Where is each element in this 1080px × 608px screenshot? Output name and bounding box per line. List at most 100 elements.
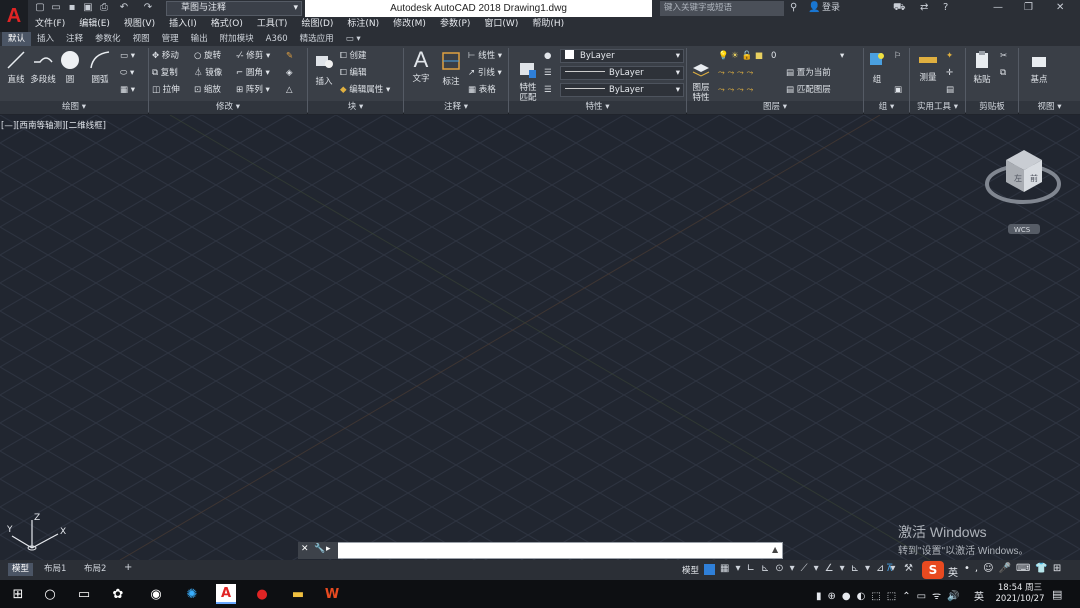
layer-tools-row2-icon[interactable]: ⤳ ⤳ ⤳ ⤳ <box>718 85 753 96</box>
measure-button[interactable]: 测量 <box>915 52 941 83</box>
text-button[interactable]: A 文字 <box>408 48 434 85</box>
drafting-tools-icons[interactable]: ▦▾∟⊾⊙▾⟋▾∠▾⊾▾⊿▾ <box>720 563 901 574</box>
utilities-panel-title[interactable]: 实用工具 ▾ <box>910 101 965 114</box>
fillet-button[interactable]: ⌐ 圆角 ▾ <box>236 68 270 79</box>
layout-tab-model[interactable]: 模型 <box>8 563 34 576</box>
save-as-icon[interactable]: ▣ <box>82 2 94 14</box>
dimension-button[interactable]: 标注 <box>438 50 464 87</box>
workspace-dropdown[interactable]: 草图与注释 ▾ <box>166 1 302 16</box>
groups-panel-title[interactable]: 组 ▾ <box>864 101 909 114</box>
match-layer-button[interactable]: ▤ 匹配图层 <box>786 85 831 96</box>
command-prompt-icon[interactable]: ▸ <box>326 544 331 554</box>
stretch-button[interactable]: ◫ 拉伸 <box>152 85 180 96</box>
menu-window[interactable]: 窗口(W) <box>477 17 525 32</box>
notification-icon[interactable]: ▤ <box>1052 588 1062 601</box>
menu-dimension[interactable]: 标注(N) <box>340 17 386 32</box>
circle-button[interactable]: 圆 <box>58 50 82 85</box>
tab-default[interactable]: 默认 <box>2 32 32 46</box>
hatch-icon[interactable]: ▦ ▾ <box>120 85 135 96</box>
block-panel-title[interactable]: 块 ▾ <box>308 101 403 114</box>
layer-tools-row1-icon[interactable]: ⤳ ⤳ ⤳ ⤳ <box>718 68 753 79</box>
layout-tab-1[interactable]: 布局1 <box>44 563 66 576</box>
layout-tab-2[interactable]: 布局2 <box>84 563 106 576</box>
system-tray-icons[interactable]: ▮⊕●◐⬚⬚⌃▭ᯤ🔊 <box>816 588 966 602</box>
tab-featured-apps[interactable]: 精选应用 <box>294 32 340 46</box>
new-file-icon[interactable]: ▢ <box>34 2 46 14</box>
recorder-icon[interactable]: ● <box>252 584 272 604</box>
caret-up-icon[interactable]: ▲ <box>772 545 778 554</box>
login-link[interactable]: 登录 <box>822 2 840 14</box>
leader-button[interactable]: ↗ 引线 ▾ <box>468 68 502 79</box>
minimize-icon[interactable]: — <box>993 2 1003 14</box>
exchange-icon[interactable]: ⇄ <box>920 2 928 14</box>
undo-icon[interactable]: ↶ <box>118 2 130 14</box>
properties-panel-title[interactable]: 特性 ▾ <box>509 101 686 114</box>
taskbar-clock[interactable]: 18:54 周三 2021/10/27 <box>990 583 1050 605</box>
start-icon[interactable]: ⊞ <box>8 584 28 604</box>
tab-view[interactable]: 视图 <box>127 32 156 46</box>
help-icon[interactable]: ? <box>943 2 948 14</box>
cart-icon[interactable]: ⛟ <box>893 2 906 14</box>
ime-language[interactable]: 英 <box>948 564 958 579</box>
offset-icon[interactable]: △ <box>286 85 293 96</box>
open-file-icon[interactable]: ▭ <box>50 2 62 14</box>
chevron-down-icon[interactable]: ▾ <box>840 51 844 62</box>
fan-app-icon[interactable]: ✿ <box>108 584 128 604</box>
ungroup-icon[interactable]: ⚐ <box>894 51 902 62</box>
menu-draw[interactable]: 绘图(D) <box>294 17 340 32</box>
color-wheel-icon[interactable]: ● <box>544 51 551 62</box>
ribbon-toggle-icon[interactable]: ▭ ▾ <box>340 32 367 46</box>
lineweight-icon[interactable]: ☰ <box>544 85 552 96</box>
application-menu-button[interactable]: A <box>0 0 28 32</box>
linear-button[interactable]: ⊢ 线性 ▾ <box>468 51 502 62</box>
menu-view[interactable]: 视图(V) <box>117 17 162 32</box>
model-space-toggle[interactable]: 模型 <box>682 564 699 576</box>
add-layout-icon[interactable]: + <box>124 562 132 573</box>
viewport-controls[interactable]: [—][西南等轴测][二维线框] <box>1 119 106 131</box>
tab-annotate[interactable]: 注释 <box>60 32 89 46</box>
menu-format[interactable]: 格式(O) <box>204 17 250 32</box>
menu-modify[interactable]: 修改(M) <box>386 17 433 32</box>
command-line-input[interactable] <box>298 542 783 559</box>
task-view-icon[interactable]: ▭ <box>74 584 94 604</box>
browser-icon[interactable]: ✺ <box>182 584 202 604</box>
restore-icon[interactable]: ❐ <box>1024 2 1033 14</box>
mirror-button[interactable]: ⏃ 镜像 <box>194 68 222 79</box>
wps-icon[interactable]: W <box>322 584 342 604</box>
create-block-button[interactable]: ⧠ 创建 <box>340 51 367 62</box>
linetype-dropdown[interactable]: ByLayer ▾ <box>560 66 684 80</box>
print-icon[interactable]: ⎙ <box>98 2 110 14</box>
trim-button[interactable]: -⁄- 修剪 ▾ <box>236 51 270 62</box>
copy-button[interactable]: ⧉ 复制 <box>152 68 178 79</box>
group-button[interactable]: 组 <box>866 50 888 85</box>
view-panel-title[interactable]: 视图 ▾ <box>1019 101 1080 114</box>
make-current-button[interactable]: ▤ 置为当前 <box>786 68 831 79</box>
search-circle-icon[interactable]: ○ <box>40 584 60 604</box>
color-dropdown[interactable]: ByLayer ▾ <box>560 49 684 63</box>
rectangle-icon[interactable]: ▭ ▾ <box>120 51 135 62</box>
arc-button[interactable]: 圆弧 <box>88 50 112 85</box>
clipboard-panel-title[interactable]: 剪贴板 <box>966 101 1018 114</box>
edit-block-button[interactable]: ⧠ 编辑 <box>340 68 367 79</box>
lineweight-dropdown[interactable]: ByLayer ▾ <box>560 83 684 97</box>
binoculars-icon[interactable]: ⚲ <box>790 2 797 14</box>
paste-button[interactable]: 粘贴 <box>970 50 994 85</box>
menu-edit[interactable]: 编辑(E) <box>72 17 117 32</box>
array-button[interactable]: ⊞ 阵列 ▾ <box>236 85 270 96</box>
save-icon[interactable]: ▪ <box>66 2 78 14</box>
menu-insert[interactable]: 插入(I) <box>162 17 204 32</box>
menu-file[interactable]: 文件(F) <box>28 17 72 32</box>
base-view-button[interactable]: 基点 <box>1026 52 1052 85</box>
ime-tools-icons[interactable]: •,☺🎤⌨👕⊞ <box>964 563 1066 574</box>
move-button[interactable]: ✥ 移动 <box>152 51 179 62</box>
drawing-viewport[interactable] <box>0 115 1080 560</box>
current-layer-value[interactable]: 0 <box>771 51 776 62</box>
cut-icon[interactable]: ✂ <box>1000 51 1007 62</box>
modify-panel-title[interactable]: 修改 ▾ <box>149 101 307 114</box>
tab-output[interactable]: 输出 <box>185 32 214 46</box>
redo-icon[interactable]: ↷ <box>142 2 154 14</box>
annotation-panel-title[interactable]: 注释 ▾ <box>404 101 508 114</box>
erase-icon[interactable]: ✎ <box>286 51 293 62</box>
file-explorer-icon[interactable]: ▬ <box>288 584 308 604</box>
viewcube[interactable]: 左 前 WCS <box>984 140 1064 240</box>
